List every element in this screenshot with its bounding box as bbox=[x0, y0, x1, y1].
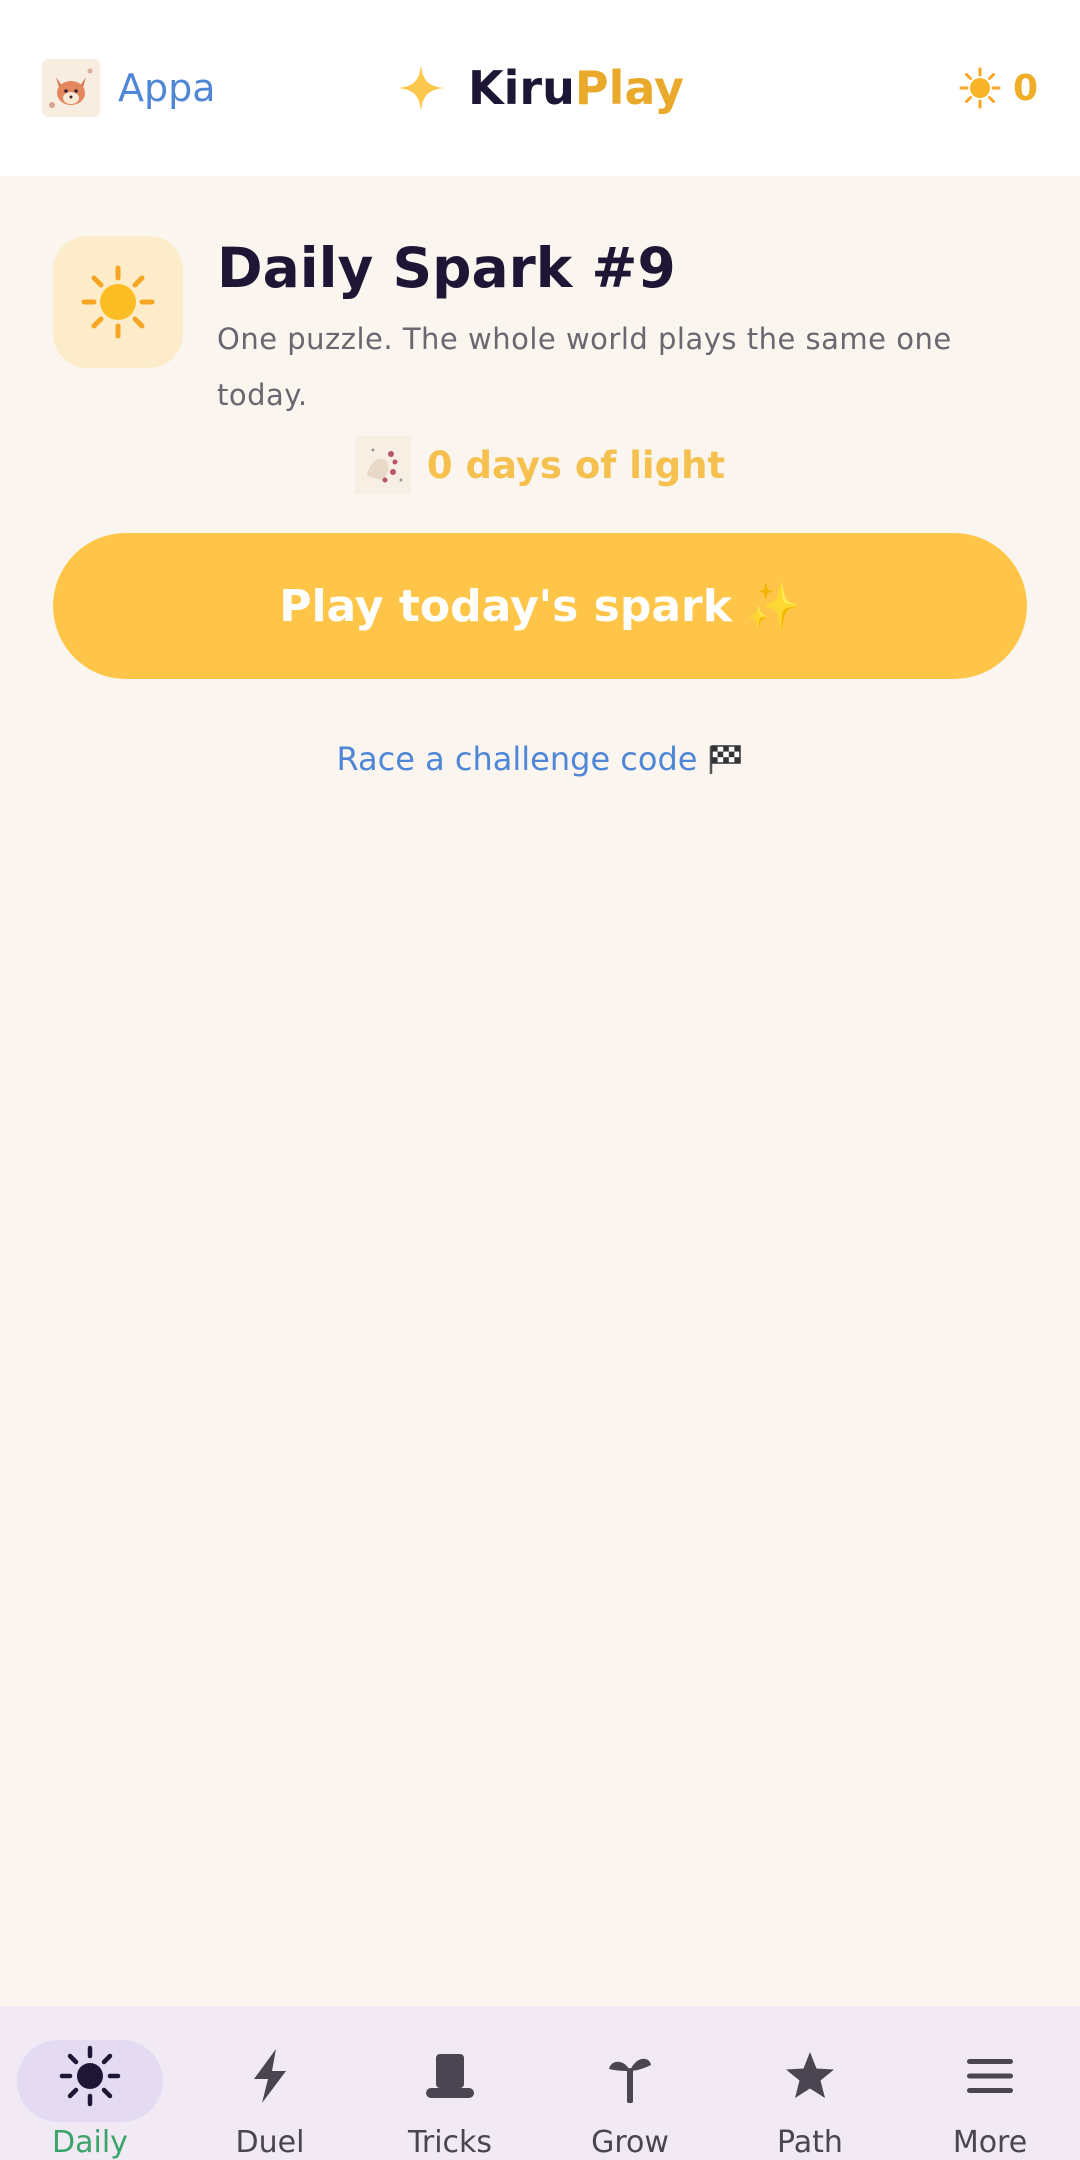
suns-counter[interactable]: 0 bbox=[959, 67, 1038, 109]
streak-indicator: 0 days of light bbox=[0, 436, 1080, 494]
sparkle-logo-icon bbox=[398, 65, 445, 111]
page-subtitle: One puzzle. The whole world plays the sa… bbox=[217, 321, 952, 412]
nav-item-more[interactable]: More bbox=[900, 2006, 1080, 2160]
page-title: Daily Spark #9 bbox=[217, 236, 676, 300]
nav-label-grow: Grow bbox=[591, 2125, 669, 2160]
daily-spark-text: Daily Spark #9 One puzzle. The whole wor… bbox=[217, 236, 997, 423]
daily-spark-card: Daily Spark #9 One puzzle. The whole wor… bbox=[53, 236, 997, 423]
star-icon bbox=[770, 2040, 850, 2111]
nav-item-path[interactable]: Path bbox=[720, 2006, 900, 2160]
nav-label-duel: Duel bbox=[235, 2125, 305, 2160]
sun-icon bbox=[50, 2040, 130, 2111]
nav-item-duel[interactable]: Duel bbox=[180, 2006, 360, 2160]
streak-badge-icon bbox=[354, 436, 411, 494]
app-logo-text: Kiru Play bbox=[468, 61, 684, 115]
menu-icon bbox=[950, 2040, 1030, 2111]
bottom-navigation: Daily Duel Tricks Grow Path More bbox=[0, 2006, 1080, 2160]
nav-item-tricks[interactable]: Tricks bbox=[360, 2006, 540, 2160]
suns-count: 0 bbox=[1012, 67, 1038, 109]
logo-text-kiru: Kiru bbox=[468, 61, 575, 115]
race-challenge-code-link[interactable]: Race a challenge code bbox=[0, 740, 1080, 778]
sprout-icon bbox=[590, 2040, 670, 2111]
checkered-flag-icon bbox=[710, 745, 742, 774]
sun-icon bbox=[959, 67, 1001, 109]
profile-name: Appa bbox=[118, 66, 216, 110]
top-hat-icon bbox=[410, 2040, 490, 2111]
nav-label-tricks: Tricks bbox=[407, 2125, 493, 2160]
app-logo: Kiru Play bbox=[396, 61, 684, 115]
fox-avatar-icon bbox=[42, 59, 100, 117]
play-button-label: Play today's spark bbox=[279, 580, 732, 632]
lightning-icon bbox=[230, 2040, 310, 2111]
profile-button[interactable]: Appa bbox=[42, 59, 216, 117]
top-bar: Appa Kiru Play 0 bbox=[0, 0, 1080, 176]
streak-label: 0 days of light bbox=[426, 443, 726, 487]
nav-label-daily: Daily bbox=[52, 2125, 128, 2160]
logo-text-play: Play bbox=[574, 61, 684, 115]
nav-item-daily[interactable]: Daily bbox=[0, 2006, 180, 2160]
nav-label-more: More bbox=[952, 2125, 1028, 2160]
sparkles-icon: ✨ bbox=[745, 581, 801, 632]
play-todays-spark-button[interactable]: Play today's spark ✨ bbox=[53, 533, 1027, 679]
nav-label-path: Path bbox=[777, 2125, 843, 2160]
nav-item-grow[interactable]: Grow bbox=[540, 2006, 720, 2160]
sun-icon bbox=[81, 265, 155, 339]
race-link-label: Race a challenge code bbox=[336, 740, 698, 778]
daily-sun-tile bbox=[53, 236, 183, 368]
